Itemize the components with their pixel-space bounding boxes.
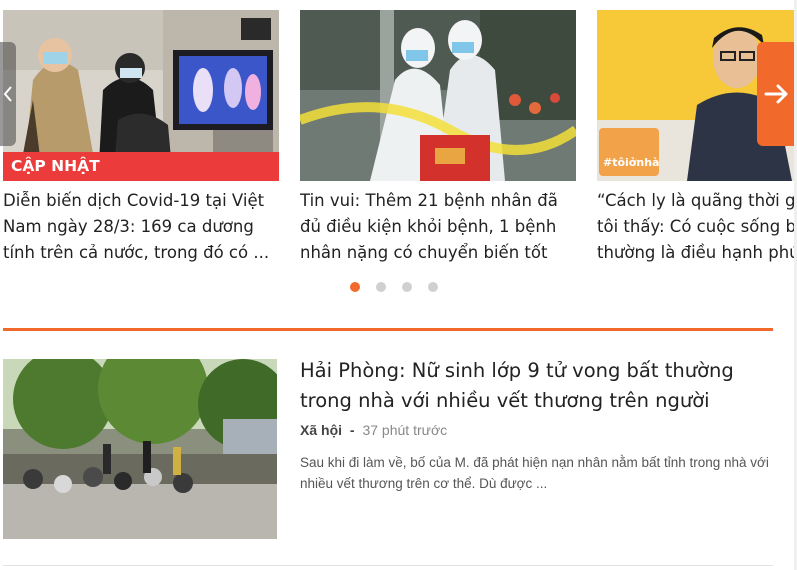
section-divider (3, 328, 773, 331)
card-title-line: thường là điều hạnh phú (597, 243, 797, 262)
article-category[interactable]: Xã hội (300, 422, 342, 438)
carousel-dot-active[interactable] (350, 282, 360, 292)
news-article[interactable]: Hải Phòng: Nữ sinh lớp 9 tử vong bất thư… (3, 359, 773, 539)
card-title[interactable]: Diễn biến dịch Covid-19 tại Việt Nam ngà… (3, 188, 279, 266)
carousel-dot[interactable] (402, 282, 412, 292)
card-thumbnail[interactable] (300, 10, 576, 181)
card-thumbnail[interactable]: CẬP NHẬT (3, 10, 279, 181)
news-carousel: CẬP NHẬT Diễn biến dịch Covid-19 tại Việ… (0, 0, 797, 300)
article-time: 37 phút trước (362, 422, 448, 438)
card-title-line: “Cách ly là quãng thời g (597, 191, 796, 210)
article-meta: Xã hội - 37 phút trước (300, 422, 447, 438)
card-title[interactable]: “Cách ly là quãng thời g tôi thấy: Có cu… (597, 188, 797, 266)
article-headline[interactable]: Hải Phòng: Nữ sinh lớp 9 tử vong bất thư… (300, 356, 780, 416)
card-title[interactable]: Tin vui: Thêm 21 bệnh nhân đã đủ điều ki… (300, 188, 576, 266)
medical-workers-photo (300, 10, 576, 181)
article-summary: Sau khi đi làm về, bố của M. đã phát hiệ… (300, 455, 769, 491)
carousel-card[interactable]: Tin vui: Thêm 21 bệnh nhân đã đủ điều ki… (300, 10, 576, 266)
toi-o-nha-tag: #tôiởnhà (603, 156, 660, 169)
chevron-left-icon (3, 86, 12, 102)
carousel-prev-button[interactable] (0, 42, 16, 146)
carousel-dot[interactable] (376, 282, 386, 292)
update-badge: CẬP NHẬT (3, 152, 279, 181)
article-thumbnail[interactable] (3, 359, 277, 539)
carousel-dot[interactable] (428, 282, 438, 292)
card-title-line: tôi thấy: Có cuộc sống b (597, 217, 796, 236)
bottom-divider (3, 565, 773, 566)
street-scene-photo (3, 359, 277, 539)
meta-separator: - (349, 422, 355, 438)
carousel-next-button[interactable] (757, 42, 797, 146)
arrow-right-icon (764, 84, 788, 104)
carousel-card[interactable]: CẬP NHẬT Diễn biến dịch Covid-19 tại Việ… (3, 10, 279, 266)
carousel-pagination (350, 282, 438, 292)
